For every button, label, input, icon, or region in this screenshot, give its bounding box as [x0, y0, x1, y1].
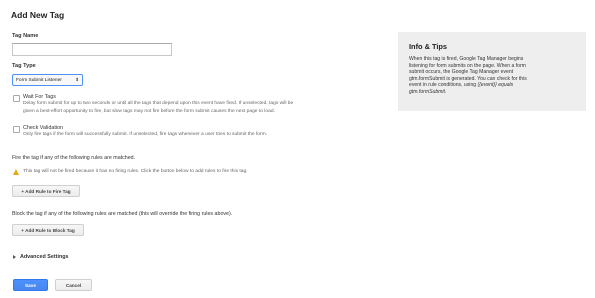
add-block-rule-button[interactable]: + Add Rule to Block Tag: [12, 224, 84, 236]
info-tips-panel: Info & Tips When this tag is fired, Goog…: [398, 32, 586, 111]
cancel-button[interactable]: Cancel: [55, 279, 92, 291]
wait-for-tags-desc-line2: given a best-effort opportunity to fire,…: [23, 109, 275, 114]
advanced-settings-label: Advanced Settings: [20, 254, 69, 260]
check-validation-checkbox[interactable]: [13, 126, 20, 133]
add-fire-rule-button[interactable]: + Add Rule to Fire Tag: [12, 185, 80, 197]
tag-name-input[interactable]: [12, 43, 172, 56]
check-validation-desc: Only fire tags if the form will successf…: [23, 132, 268, 137]
page-title: Add New Tag: [11, 10, 65, 20]
tag-type-selected-value: Form Submit Listener: [16, 77, 62, 83]
info-tips-title: Info & Tips: [409, 42, 448, 51]
warning-icon: [13, 169, 19, 175]
firing-warning-text: This tag will not be fired because it ha…: [23, 169, 248, 174]
wait-for-tags-checkbox[interactable]: [13, 95, 20, 102]
blocking-rules-heading: Block the tag if any of the following ru…: [12, 211, 233, 217]
tag-type-select[interactable]: Form Submit Listener ⬍: [12, 74, 83, 86]
expand-triangle-icon: [13, 255, 16, 259]
tag-name-label: Tag Name: [12, 33, 39, 39]
firing-rules-heading: Fire the tag if any of the following rul…: [12, 155, 136, 161]
wait-for-tags-desc-line1: Delay form submit for up to two seconds …: [23, 101, 294, 106]
save-button[interactable]: Save: [13, 279, 48, 291]
select-arrows-icon: ⬍: [75, 77, 79, 82]
advanced-settings-toggle[interactable]: Advanced Settings: [13, 254, 69, 260]
info-tips-body: When this tag is fired, Google Tag Manag…: [409, 56, 527, 95]
tag-type-label: Tag Type: [12, 63, 36, 69]
